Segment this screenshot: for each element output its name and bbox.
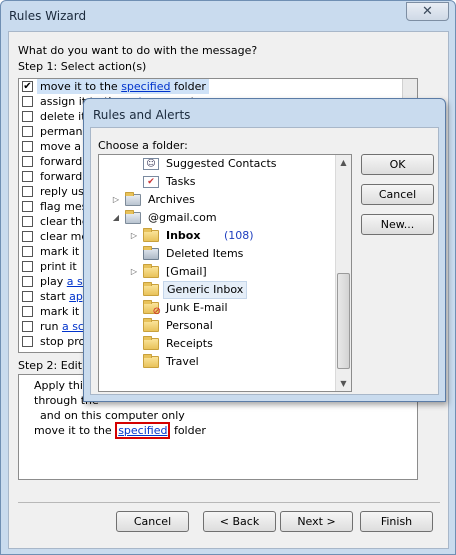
finish-button[interactable]: Finish xyxy=(360,511,433,532)
close-button[interactable]: ✕ xyxy=(406,2,449,21)
action-label: print it xyxy=(37,259,80,274)
rules-and-alerts-dialog: Rules and Alerts Choose a folder: ☺ Sugge… xyxy=(83,98,446,402)
action-checkbox[interactable] xyxy=(22,216,33,227)
action-checkbox[interactable] xyxy=(22,231,33,242)
action-checkbox[interactable] xyxy=(22,201,33,212)
scroll-thumb[interactable] xyxy=(337,273,350,369)
action-checkbox[interactable] xyxy=(22,276,33,287)
scroll-down-icon[interactable]: ▼ xyxy=(336,376,351,391)
dialog-body: Choose a folder: ☺ Suggested Contacts ✔ Tas… xyxy=(90,127,439,395)
contacts-icon: ☺ xyxy=(143,158,159,170)
folder-tree[interactable]: ☺ Suggested Contacts ✔ Tasks ▷ Archives ◢ @gmai… xyxy=(98,154,352,392)
step1-label: Step 1: Select action(s) xyxy=(18,60,147,73)
folder-tree-item[interactable]: ◢ @gmail.com xyxy=(99,209,339,227)
folder-tree-item[interactable]: ▷ [Gmail] xyxy=(99,263,339,281)
desc-line-4-suffix: folder xyxy=(170,424,206,437)
cancel-button[interactable]: Cancel xyxy=(116,511,189,532)
unread-count: (108) xyxy=(224,229,254,242)
action-row[interactable]: ✔ move it to the specified folder xyxy=(19,79,404,94)
expand-arrow-icon[interactable]: ▷ xyxy=(129,263,139,281)
scroll-up-icon[interactable]: ▲ xyxy=(336,155,351,170)
inbox-folder-icon xyxy=(143,228,159,242)
action-checkbox[interactable] xyxy=(22,306,33,317)
folder-icon xyxy=(143,336,159,350)
action-checkbox[interactable] xyxy=(22,321,33,332)
folder-tree-item[interactable]: Travel xyxy=(99,353,339,371)
action-text: delete it xyxy=(40,110,86,123)
action-checkbox[interactable] xyxy=(22,111,33,122)
folder-tree-item[interactable]: ⊘ Junk E-mail xyxy=(99,299,339,317)
folder-icon xyxy=(143,264,159,278)
specified-folder-link[interactable]: specified xyxy=(115,422,171,439)
folder-label: [Gmail] xyxy=(166,265,207,278)
action-label: delete it xyxy=(37,109,89,124)
archive-icon xyxy=(125,192,141,206)
folder-label: Generic Inbox xyxy=(163,281,248,299)
folder-icon xyxy=(143,354,159,368)
action-checkbox[interactable] xyxy=(22,156,33,167)
expand-arrow-icon[interactable]: ▷ xyxy=(111,191,121,209)
window-title: Rules Wizard xyxy=(9,9,87,23)
folder-label: Junk E-mail xyxy=(166,301,228,314)
action-text: print it xyxy=(40,260,77,273)
ok-button[interactable]: OK xyxy=(361,154,434,175)
action-checkbox[interactable]: ✔ xyxy=(22,81,33,92)
button-separator xyxy=(18,502,440,503)
new-folder-button[interactable]: New... xyxy=(361,214,434,235)
dialog-title: Rules and Alerts xyxy=(93,108,191,122)
deleted-items-icon xyxy=(143,246,159,260)
action-text: play xyxy=(40,275,67,288)
folder-label: Deleted Items xyxy=(166,247,244,260)
folder-tree-item[interactable]: ✔ Tasks xyxy=(99,173,339,191)
action-checkbox[interactable] xyxy=(22,171,33,182)
choose-folder-label: Choose a folder: xyxy=(98,139,188,152)
collapse-arrow-icon[interactable]: ◢ xyxy=(111,209,121,227)
action-text: move it to the xyxy=(40,80,122,93)
folder-tree-item[interactable]: Generic Inbox xyxy=(99,281,339,299)
question-label: What do you want to do with the message? xyxy=(18,44,258,57)
folder-icon xyxy=(143,318,159,332)
action-checkbox[interactable] xyxy=(22,336,33,347)
junk-folder-icon: ⊘ xyxy=(143,300,161,317)
folder-tree-scrollbar[interactable]: ▲ ▼ xyxy=(335,155,351,391)
back-button[interactable]: < Back xyxy=(203,511,276,532)
action-checkbox[interactable] xyxy=(22,126,33,137)
folder-label: Suggested Contacts xyxy=(166,157,277,170)
action-text: run xyxy=(40,320,62,333)
folder-tree-item[interactable]: Personal xyxy=(99,317,339,335)
folder-label: Receipts xyxy=(166,337,213,350)
dialog-cancel-button[interactable]: Cancel xyxy=(361,184,434,205)
account-icon xyxy=(125,210,141,224)
folder-tree-item[interactable]: ▷ Archives xyxy=(99,191,339,209)
folder-tree-item[interactable]: Receipts xyxy=(99,335,339,353)
desc-line-4: move it to the specified folder xyxy=(34,422,206,439)
action-checkbox[interactable] xyxy=(22,141,33,152)
expand-arrow-icon[interactable]: ▷ xyxy=(129,227,139,245)
folder-tree-item[interactable]: ☺ Suggested Contacts xyxy=(99,155,339,173)
action-checkbox[interactable] xyxy=(22,246,33,257)
folder-icon xyxy=(143,282,159,296)
desc-line-3: and on this computer only xyxy=(40,409,185,422)
action-text: start xyxy=(40,290,70,303)
next-button[interactable]: Next > xyxy=(280,511,353,532)
folder-label: @gmail.com xyxy=(148,211,217,224)
folder-tree-item[interactable]: ▷ Inbox (108) xyxy=(99,227,339,245)
folder-label: Inbox xyxy=(166,229,201,242)
action-checkbox[interactable] xyxy=(22,96,33,107)
folder-label: Travel xyxy=(166,355,199,368)
folder-tree-item[interactable]: Deleted Items xyxy=(99,245,339,263)
folder-label: Personal xyxy=(166,319,213,332)
action-checkbox[interactable] xyxy=(22,261,33,272)
tasks-icon: ✔ xyxy=(143,176,159,188)
folder-label: Tasks xyxy=(166,175,196,188)
action-checkbox[interactable] xyxy=(22,291,33,302)
action-suffix: folder xyxy=(170,80,206,93)
desc-line-4-prefix: move it to the xyxy=(34,424,116,437)
action-label: move it to the specified folder xyxy=(37,79,209,94)
folder-label: Archives xyxy=(148,193,195,206)
action-link[interactable]: specified xyxy=(121,80,170,93)
action-checkbox[interactable] xyxy=(22,186,33,197)
